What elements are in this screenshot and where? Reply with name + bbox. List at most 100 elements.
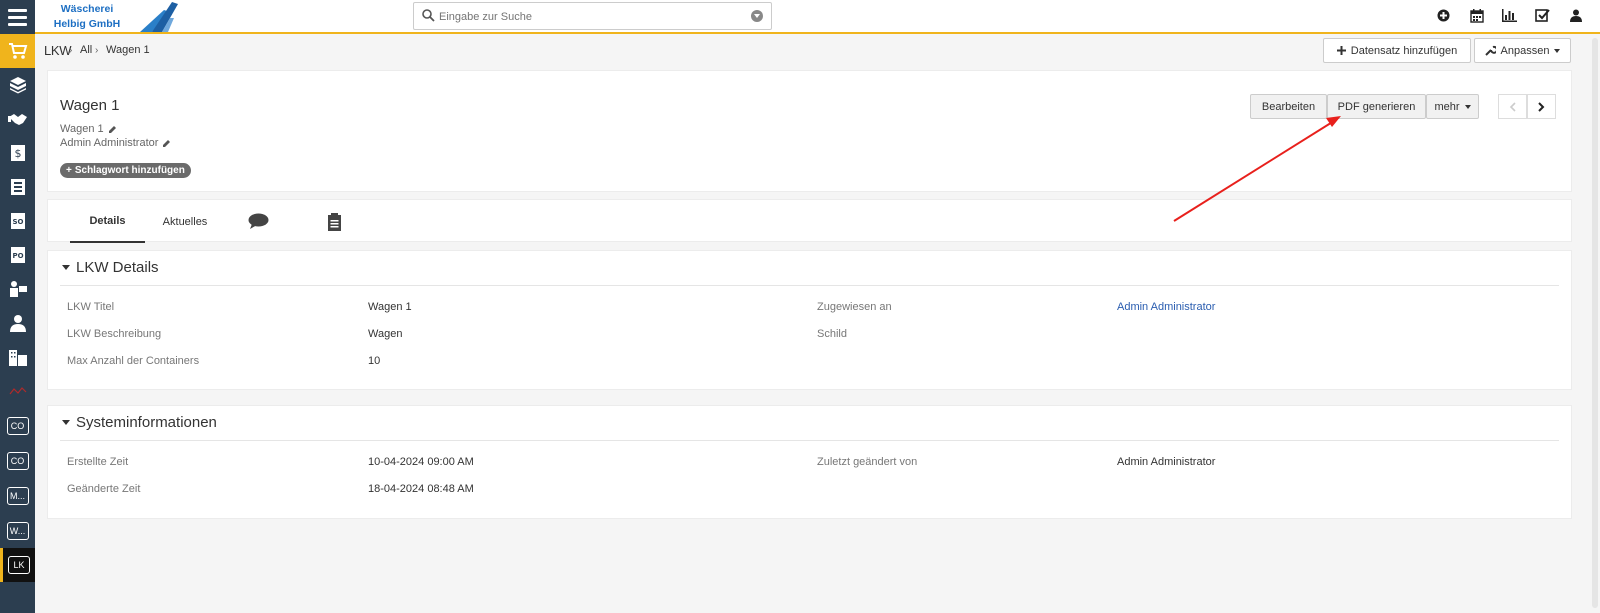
sidebar-item-co-1[interactable]: CO bbox=[0, 409, 35, 443]
section-header[interactable]: LKW Details bbox=[62, 259, 159, 276]
boxes-icon bbox=[9, 77, 26, 94]
more-label: mehr bbox=[1434, 100, 1460, 113]
svg-text:SO: SO bbox=[12, 218, 23, 226]
sidebar-item-purchase-orders[interactable]: PO bbox=[0, 238, 35, 272]
divider bbox=[60, 440, 1559, 441]
document-icon bbox=[327, 212, 341, 231]
field-label: LKW Beschreibung bbox=[67, 328, 162, 340]
add-record-button[interactable]: Datensatz hinzufügen bbox=[1323, 38, 1471, 63]
plus-icon: + bbox=[66, 165, 72, 176]
field-label: Zuletzt geändert von bbox=[817, 456, 918, 468]
chevron-down-icon bbox=[1464, 104, 1471, 109]
breadcrumb-module[interactable]: LKW bbox=[44, 43, 72, 58]
breadcrumb-all[interactable]: All bbox=[80, 44, 92, 56]
next-record-button[interactable] bbox=[1527, 94, 1556, 119]
record-owner: Admin Administrator bbox=[60, 137, 171, 149]
search-dropdown-icon[interactable] bbox=[751, 10, 763, 22]
sidebar-item-label: CO bbox=[6, 417, 29, 435]
pencil-icon[interactable] bbox=[108, 125, 117, 134]
sidebar-item-label: LK bbox=[8, 556, 30, 574]
field-value[interactable]: 10 bbox=[368, 355, 380, 367]
chevron-left-icon bbox=[1509, 101, 1516, 112]
person-icon bbox=[9, 315, 26, 332]
tab-documents[interactable] bbox=[314, 200, 354, 243]
sidebar-item-m[interactable]: M... bbox=[0, 479, 35, 513]
user-icon[interactable] bbox=[1567, 7, 1584, 24]
search-input[interactable] bbox=[439, 8, 739, 25]
plus-icon bbox=[1336, 46, 1346, 55]
sidebar-item-quotes[interactable]: SO bbox=[0, 204, 35, 238]
edit-button[interactable]: Bearbeiten bbox=[1250, 94, 1327, 119]
global-search[interactable] bbox=[413, 2, 772, 30]
section-title: LKW Details bbox=[76, 259, 159, 276]
customize-button[interactable]: Anpassen bbox=[1474, 38, 1571, 63]
customize-label: Anpassen bbox=[1500, 44, 1550, 57]
search-icon bbox=[422, 9, 435, 22]
sidebar-item-contacts[interactable] bbox=[0, 170, 35, 204]
sidebar-item-co-2[interactable]: CO bbox=[0, 444, 35, 478]
handshake-icon bbox=[7, 114, 27, 125]
bar-chart-icon[interactable] bbox=[1501, 7, 1518, 24]
cart-icon bbox=[8, 43, 27, 59]
generate-pdf-label: PDF generieren bbox=[1337, 100, 1416, 113]
sidebar-item-deals[interactable] bbox=[0, 102, 35, 136]
add-tag-label: Schlagwort hinzufügen bbox=[74, 165, 185, 176]
divider bbox=[60, 285, 1559, 286]
sidebar-item-organizations[interactable] bbox=[0, 340, 35, 374]
sidebar-item-w[interactable]: W... bbox=[0, 514, 35, 548]
sidebar-item-support[interactable] bbox=[0, 272, 35, 306]
add-tag-button[interactable]: + Schlagwort hinzufügen bbox=[60, 163, 191, 178]
module-sidebar: $ SO PO CO CO M... W... LK bbox=[0, 34, 35, 613]
add-record-label: Datensatz hinzufügen bbox=[1350, 44, 1458, 57]
field-label: Max Anzahl der Containers bbox=[67, 355, 200, 367]
collapse-icon bbox=[62, 420, 70, 425]
field-label: Schild bbox=[817, 328, 847, 340]
breadcrumb-separator-icon: › bbox=[95, 45, 99, 56]
tab-bar: Details Aktuelles bbox=[47, 199, 1572, 243]
field-value: 18-04-2024 08:48 AM bbox=[368, 483, 474, 495]
breadcrumb: LKW › All › Wagen 1 Datensatz hinzufügen… bbox=[35, 36, 1600, 68]
tab-updates[interactable]: Aktuelles bbox=[148, 200, 222, 243]
sidebar-item-invoices[interactable]: $ bbox=[0, 136, 35, 170]
company-name: Wäscherei Helbig GmbH bbox=[53, 3, 121, 30]
wrench-icon bbox=[1484, 45, 1496, 56]
sidebar-item-custom-module[interactable] bbox=[0, 374, 35, 408]
sidebar-item-label: W... bbox=[6, 522, 29, 540]
collapse-icon bbox=[62, 265, 70, 270]
assigned-user-link[interactable]: Admin Administrator bbox=[1117, 301, 1215, 313]
scrollbar[interactable] bbox=[1590, 36, 1600, 613]
field-value: Admin Administrator bbox=[1117, 456, 1216, 468]
previous-record-button[interactable] bbox=[1498, 94, 1527, 119]
section-header[interactable]: Systeminformationen bbox=[62, 414, 217, 431]
buildings-icon bbox=[8, 350, 27, 366]
field-label: Erstellte Zeit bbox=[67, 456, 129, 468]
record-title: Wagen 1 bbox=[60, 97, 120, 114]
field-value[interactable]: Wagen bbox=[368, 328, 402, 340]
record-subtitle: Wagen 1 bbox=[60, 123, 117, 135]
quick-create-icon[interactable] bbox=[1435, 7, 1452, 24]
tab-comments[interactable] bbox=[238, 200, 278, 243]
field-value[interactable]: Wagen 1 bbox=[368, 301, 412, 313]
lkw-details-section: LKW Details LKW Titel Wagen 1 Zugewiesen… bbox=[47, 250, 1572, 390]
red-logo-icon bbox=[9, 387, 26, 395]
sidebar-item-sales[interactable] bbox=[0, 34, 35, 68]
field-label: Zugewiesen an bbox=[817, 301, 892, 313]
field-label: LKW Titel bbox=[67, 301, 115, 313]
checkbox-icon[interactable] bbox=[1534, 7, 1551, 24]
sidebar-item-users[interactable] bbox=[0, 306, 35, 340]
calendar-icon[interactable] bbox=[1468, 7, 1485, 24]
sidebar-item-label: M... bbox=[6, 487, 29, 505]
pencil-icon[interactable] bbox=[162, 139, 171, 148]
tab-details[interactable]: Details bbox=[70, 200, 145, 243]
company-logo[interactable]: Wäscherei Helbig GmbH bbox=[40, 0, 178, 32]
field-value: 10-04-2024 09:00 AM bbox=[368, 456, 474, 468]
more-button[interactable]: mehr bbox=[1426, 94, 1479, 119]
sidebar-item-lkw[interactable]: LK bbox=[0, 548, 35, 582]
menu-toggle-icon[interactable] bbox=[0, 0, 35, 34]
sidebar-item-inventory[interactable] bbox=[0, 68, 35, 102]
breadcrumb-record: Wagen 1 bbox=[106, 44, 150, 56]
record-header: Wagen 1 Wagen 1 Admin Administrator + Sc… bbox=[47, 70, 1572, 192]
breadcrumb-separator-icon: › bbox=[69, 45, 73, 56]
generate-pdf-button[interactable]: PDF generieren bbox=[1327, 94, 1426, 119]
sidebar-item-label: CO bbox=[6, 452, 29, 470]
